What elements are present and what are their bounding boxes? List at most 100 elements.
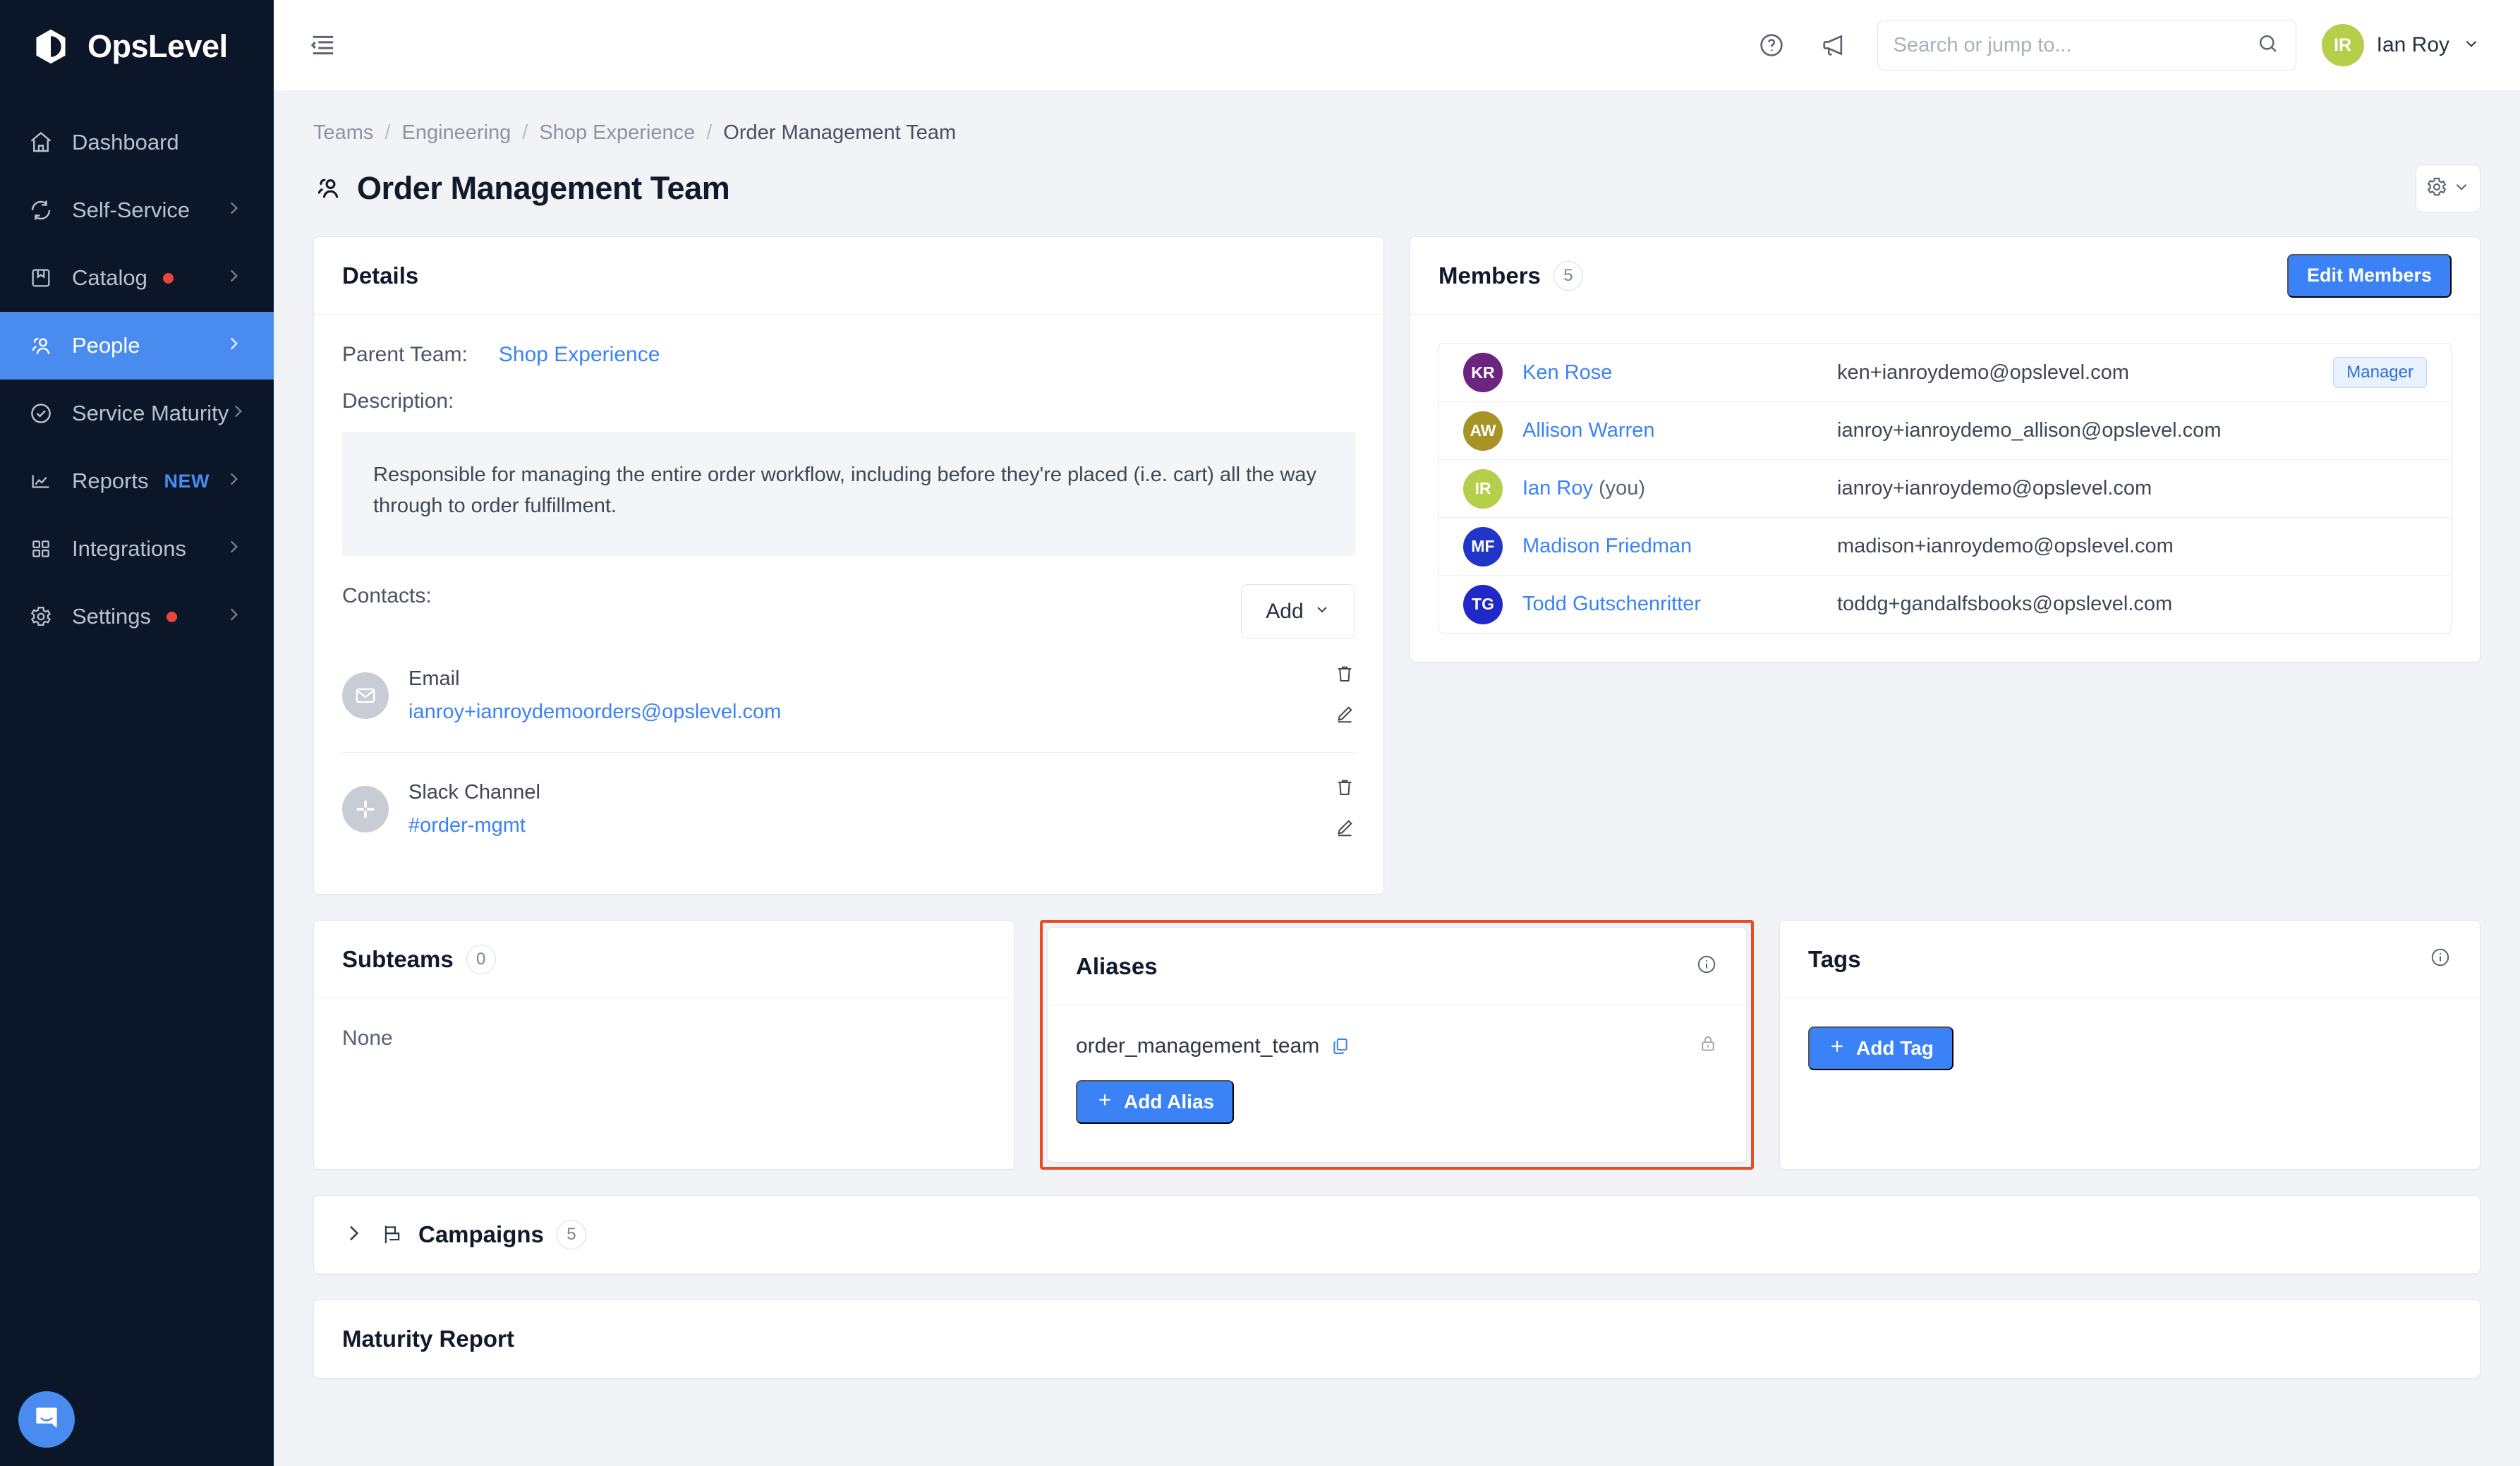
search-icon xyxy=(2256,32,2280,59)
chevron-down-icon xyxy=(1314,600,1331,624)
contact-text: Email ianroy+ianroydemoorders@opslevel.c… xyxy=(408,667,781,724)
sidebar-item-people[interactable]: People xyxy=(0,312,274,380)
add-alias-button[interactable]: Add Alias xyxy=(1076,1080,1235,1124)
member-name-link[interactable]: Ken Rose xyxy=(1522,361,1612,384)
alias-value: order_management_team xyxy=(1076,1034,1320,1058)
brand-logo[interactable]: OpsLevel xyxy=(0,0,274,90)
campaigns-card[interactable]: Campaigns 5 xyxy=(313,1195,2480,1274)
sidebar-item-settings[interactable]: Settings xyxy=(0,583,274,650)
table-row[interactable]: AW Allison Warren ianroy+ianroydemo_alli… xyxy=(1439,401,2451,459)
envelope-icon xyxy=(342,672,389,719)
chevron-right-icon xyxy=(224,198,243,223)
intercom-chat-button[interactable] xyxy=(18,1391,75,1448)
parent-team-row: Parent Team: Shop Experience xyxy=(342,343,1355,367)
sidebar-item-integrations[interactable]: Integrations xyxy=(0,515,274,583)
title-row: Order Management Team xyxy=(313,164,2480,212)
table-row[interactable]: MF Madison Friedman madison+ianroydemo@o… xyxy=(1439,517,2451,575)
search-input[interactable] xyxy=(1893,33,2256,57)
intercom-chat-icon xyxy=(31,1403,62,1437)
brand-name: OpsLevel xyxy=(87,28,228,64)
sidebar-item-service-maturity[interactable]: Service Maturity xyxy=(0,380,274,447)
avatar: KR xyxy=(1463,353,1503,392)
add-tag-button[interactable]: Add Tag xyxy=(1808,1026,1953,1070)
table-row[interactable]: KR Ken Rose ken+ianroydemo@opslevel.com … xyxy=(1439,344,2451,401)
member-name-link[interactable]: Madison Friedman xyxy=(1522,535,1692,557)
members-card-body: KR Ken Rose ken+ianroydemo@opslevel.com … xyxy=(1410,315,2480,662)
user-menu[interactable]: IR Ian Roy xyxy=(2321,24,2480,66)
trash-icon[interactable] xyxy=(1334,777,1355,801)
sidebar-item-reports[interactable]: Reports NEW xyxy=(0,447,274,515)
member-name-link[interactable]: Ian Roy xyxy=(1522,477,1593,499)
notification-dot xyxy=(166,611,178,622)
info-circle-icon[interactable] xyxy=(1695,953,1718,979)
contact-actions xyxy=(1334,663,1355,728)
table-row[interactable]: IR Ian Roy (you) ianroy+ianroydemo@opsle… xyxy=(1439,459,2451,517)
sidebar-item-label: Dashboard xyxy=(72,130,179,155)
notification-dot xyxy=(162,272,174,284)
add-contact-label: Add xyxy=(1266,600,1304,623)
description-text: Responsible for managing the entire orde… xyxy=(342,432,1355,556)
card-title: Members xyxy=(1438,262,1541,289)
sidebar-collapse-icon[interactable] xyxy=(305,27,341,63)
tags-card-body: Add Tag xyxy=(1780,998,2480,1155)
avatar: MF xyxy=(1463,526,1503,567)
edit-members-button[interactable]: Edit Members xyxy=(2286,253,2452,298)
plus-icon xyxy=(1828,1037,1846,1060)
chevron-right-icon[interactable] xyxy=(342,1222,365,1248)
details-card-header: Details xyxy=(314,237,1383,315)
user-name: Ian Roy xyxy=(2376,33,2449,56)
breadcrumb-item-shop-experience[interactable]: Shop Experience xyxy=(539,121,695,145)
details-card-body: Parent Team: Shop Experience Description… xyxy=(314,315,1383,894)
card-title: Aliases xyxy=(1076,952,1158,979)
table-row[interactable]: TG Todd Gutschenritter toddg+gandalfsboo… xyxy=(1439,575,2451,633)
sidebar-item-dashboard[interactable]: Dashboard xyxy=(0,109,274,176)
help-circle-icon[interactable] xyxy=(1753,27,1790,63)
member-name-link[interactable]: Todd Gutschenritter xyxy=(1522,593,1701,615)
subteams-empty-text: None xyxy=(342,1026,393,1050)
member-email: ken+ianroydemo@opslevel.com xyxy=(1837,361,2129,384)
avatar: IR xyxy=(1463,468,1503,509)
description-label: Description: xyxy=(342,389,454,413)
edit-pencil-icon[interactable] xyxy=(1334,817,1355,842)
members-count: 5 xyxy=(1553,260,1583,291)
campaigns-header[interactable]: Campaigns 5 xyxy=(314,1196,2480,1273)
maturity-report-header: Maturity Report xyxy=(314,1300,2480,1378)
card-title: Details xyxy=(342,262,419,289)
breadcrumb-item-current: Order Management Team xyxy=(723,121,957,144)
info-circle-icon[interactable] xyxy=(2429,946,2452,972)
subteams-card: Subteams 0 None xyxy=(313,920,1014,1170)
sidebar-item-self-service[interactable]: Self-Service xyxy=(0,176,274,244)
refresh-icon xyxy=(25,198,56,223)
chevron-right-icon xyxy=(224,536,243,562)
members-card: Members 5 Edit Members KR Ken Rose ken+i… xyxy=(1410,236,2480,662)
app-root: OpsLevel Dashboard Self-Service Catalog … xyxy=(0,0,2520,1466)
contact-value[interactable]: ianroy+ianroydemoorders@opslevel.com xyxy=(408,701,781,724)
avatar: TG xyxy=(1463,584,1503,624)
add-contact-button[interactable]: Add xyxy=(1241,584,1355,639)
chevron-down-icon xyxy=(2462,35,2480,56)
chevron-right-icon xyxy=(224,604,243,629)
gear-icon xyxy=(25,605,56,629)
contact-value[interactable]: #order-mgmt xyxy=(408,814,540,837)
sidebar-item-label: Reports xyxy=(72,468,149,493)
trash-icon[interactable] xyxy=(1334,663,1355,688)
breadcrumb-item-engineering[interactable]: Engineering xyxy=(401,121,511,145)
copy-icon[interactable] xyxy=(1331,1036,1350,1056)
sidebar-item-label: Integrations xyxy=(72,536,186,561)
parent-team-link[interactable]: Shop Experience xyxy=(499,343,660,367)
member-email: madison+ianroydemo@opslevel.com xyxy=(1837,535,2174,557)
contacts-header: Contacts: Add xyxy=(342,584,1355,639)
edit-pencil-icon[interactable] xyxy=(1334,703,1355,728)
chart-icon xyxy=(25,469,56,493)
global-search[interactable] xyxy=(1877,20,2296,71)
avatar: AW xyxy=(1463,411,1503,451)
top-cards-row: Details Parent Team: Shop Experience Des… xyxy=(313,236,2480,895)
member-name-link[interactable]: Allison Warren xyxy=(1522,419,1654,442)
megaphone-icon[interactable] xyxy=(1815,27,1852,63)
page-settings-button[interactable] xyxy=(2416,164,2480,212)
subteams-count: 0 xyxy=(466,944,496,974)
card-title: Tags xyxy=(1808,945,1861,972)
breadcrumb: Teams / Engineering / Shop Experience / … xyxy=(313,121,2480,145)
sidebar-item-catalog[interactable]: Catalog xyxy=(0,244,274,312)
breadcrumb-item-teams[interactable]: Teams xyxy=(313,121,373,145)
